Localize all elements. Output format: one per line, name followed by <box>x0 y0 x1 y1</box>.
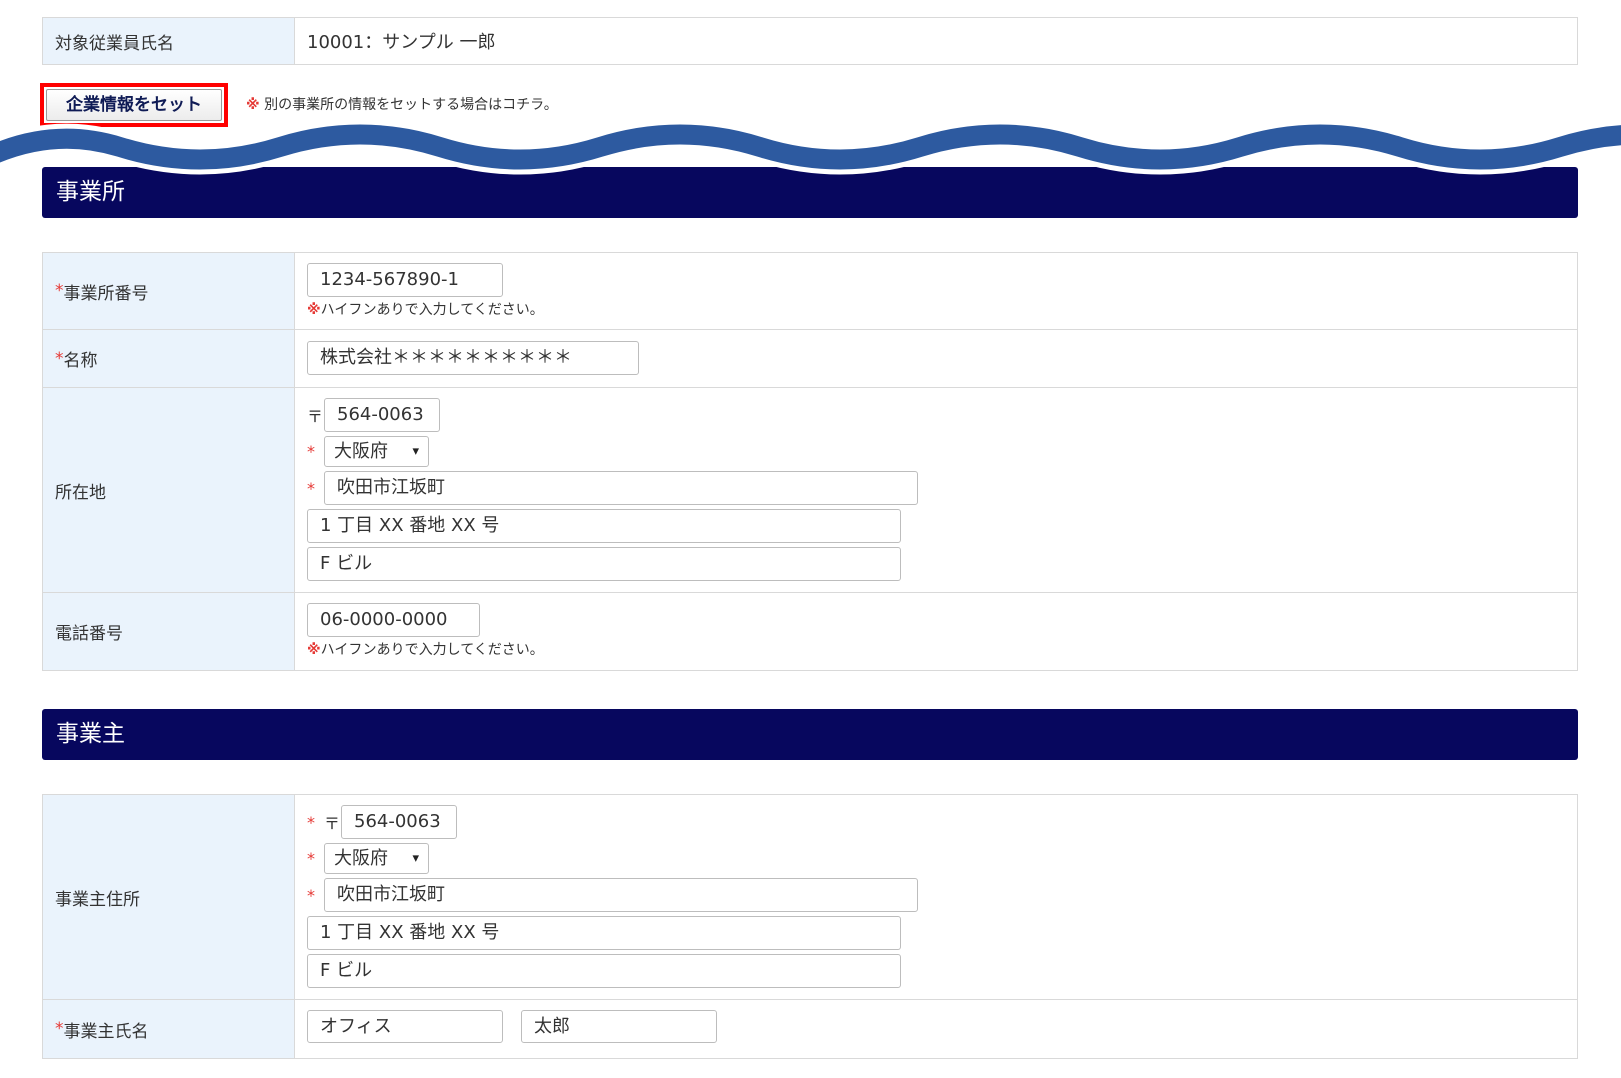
owner-building-line: F ビル <box>307 954 1565 988</box>
building-line: F ビル <box>307 547 1565 581</box>
office-number-label: * 事業所番号 <box>43 253 295 329</box>
owner-heading: 事業主 <box>42 709 1578 760</box>
office-number-label-text: 事業所番号 <box>63 283 149 304</box>
street-line: 1 丁目 XX 番地 XX 号 <box>307 509 1565 543</box>
owner-name-row: * 事業主氏名 オフィス 太郎 <box>43 1000 1577 1058</box>
postal-mark: 〒 <box>324 814 341 833</box>
chevron-down-icon: ▾ <box>412 851 419 866</box>
owner-building-input[interactable]: F ビル <box>307 954 901 988</box>
office-number-row: * 事業所番号 1234-567890-1 ※ハイフンありで入力してください。 <box>43 253 1577 330</box>
owner-street-input[interactable]: 1 丁目 XX 番地 XX 号 <box>307 916 901 950</box>
employee-value: 10001：サンプル 一郎 <box>307 32 496 53</box>
office-number-note: ※ハイフンありで入力してください。 <box>307 299 1565 319</box>
office-address-row: 所在地 〒 564-0063 * 大阪府 ▾ * 吹田市江坂町 1 丁目 XX … <box>43 388 1577 593</box>
required-mark: * <box>307 885 315 905</box>
office-phone-row: 電話番号 06-0000-0000 ※ハイフンありで入力してください。 <box>43 593 1577 670</box>
note-mark: ※ <box>307 642 321 658</box>
office-name-input[interactable]: 株式会社＊＊＊＊＊＊＊＊＊＊ <box>307 341 639 375</box>
owner-city-input[interactable]: 吹田市江坂町 <box>324 878 918 912</box>
office-address-label: 所在地 <box>43 388 295 592</box>
required-mark: * <box>307 812 315 832</box>
office-address-cell: 〒 564-0063 * 大阪府 ▾ * 吹田市江坂町 1 丁目 XX 番地 X… <box>295 388 1577 592</box>
owner-prefecture-select[interactable]: 大阪府 ▾ <box>324 843 429 874</box>
owner-table: 事業主住所 * 〒 564-0063 * 大阪府 ▾ * 吹田市江坂町 1 丁目… <box>42 794 1578 1059</box>
employee-table: 対象従業員氏名 10001：サンプル 一郎 <box>42 17 1578 65</box>
phone-note: ※ハイフンありで入力してください。 <box>307 639 1565 659</box>
owner-city-line: * 吹田市江坂町 <box>307 878 1565 912</box>
office-table: * 事業所番号 1234-567890-1 ※ハイフンありで入力してください。 *… <box>42 252 1578 671</box>
city-line: * 吹田市江坂町 <box>307 471 1565 505</box>
office-name-label-text: 名称 <box>63 351 98 371</box>
owner-last-name-input[interactable]: オフィス <box>307 1010 503 1043</box>
owner-street-line: 1 丁目 XX 番地 XX 号 <box>307 916 1565 950</box>
postal-code-input[interactable]: 564-0063 <box>324 398 440 432</box>
postal-mark: 〒 <box>307 407 324 426</box>
owner-postal-code-input[interactable]: 564-0063 <box>341 805 457 839</box>
required-mark: * <box>307 442 315 461</box>
office-name-label: * 名称 <box>43 330 295 387</box>
street-input[interactable]: 1 丁目 XX 番地 XX 号 <box>307 509 901 543</box>
postal-line: 〒 564-0063 <box>307 398 1565 432</box>
office-phone-label: 電話番号 <box>43 593 295 670</box>
owner-prefecture-line: * 大阪府 ▾ <box>307 843 1565 874</box>
wave-divider <box>0 119 1621 175</box>
owner-address-row: 事業主住所 * 〒 564-0063 * 大阪府 ▾ * 吹田市江坂町 1 丁目… <box>43 795 1577 1000</box>
prefecture-value: 大阪府 <box>334 848 388 869</box>
office-phone-cell: 06-0000-0000 ※ハイフンありで入力してください。 <box>295 593 1577 670</box>
chevron-down-icon: ▾ <box>412 444 419 459</box>
required-mark: * <box>307 478 315 498</box>
office-number-input[interactable]: 1234-567890-1 <box>307 263 503 297</box>
employee-row: 対象従業員氏名 10001：サンプル 一郎 <box>43 18 1577 64</box>
owner-first-name-input[interactable]: 太郎 <box>521 1010 717 1043</box>
office-name-row: * 名称 株式会社＊＊＊＊＊＊＊＊＊＊ <box>43 330 1577 388</box>
owner-address-label: 事業主住所 <box>43 795 295 999</box>
required-mark: * <box>307 849 315 868</box>
owner-address-cell: * 〒 564-0063 * 大阪府 ▾ * 吹田市江坂町 1 丁目 XX 番地… <box>295 795 1577 999</box>
required-mark: * <box>55 1019 64 1039</box>
office-number-cell: 1234-567890-1 ※ハイフンありで入力してください。 <box>295 253 1577 329</box>
employee-label: 対象従業員氏名 <box>43 18 295 64</box>
required-mark: * <box>55 281 64 301</box>
note-mark: ※ <box>307 302 321 318</box>
building-input[interactable]: F ビル <box>307 547 901 581</box>
owner-postal-line: * 〒 564-0063 <box>307 805 1565 839</box>
prefecture-line: * 大阪府 ▾ <box>307 436 1565 467</box>
required-mark: * <box>55 348 64 369</box>
prefecture-select[interactable]: 大阪府 ▾ <box>324 436 429 467</box>
note-text: ハイフンありで入力してください。 <box>320 642 544 658</box>
office-name-cell: 株式会社＊＊＊＊＊＊＊＊＊＊ <box>295 330 1577 387</box>
owner-name-cell: オフィス 太郎 <box>295 1000 1577 1058</box>
owner-name-label: * 事業主氏名 <box>43 1000 295 1058</box>
phone-input[interactable]: 06-0000-0000 <box>307 603 480 637</box>
note-text: ハイフンありで入力してください。 <box>320 302 544 318</box>
owner-name-label-text: 事業主氏名 <box>63 1021 149 1042</box>
prefecture-value: 大阪府 <box>334 441 388 462</box>
city-input[interactable]: 吹田市江坂町 <box>324 471 918 505</box>
